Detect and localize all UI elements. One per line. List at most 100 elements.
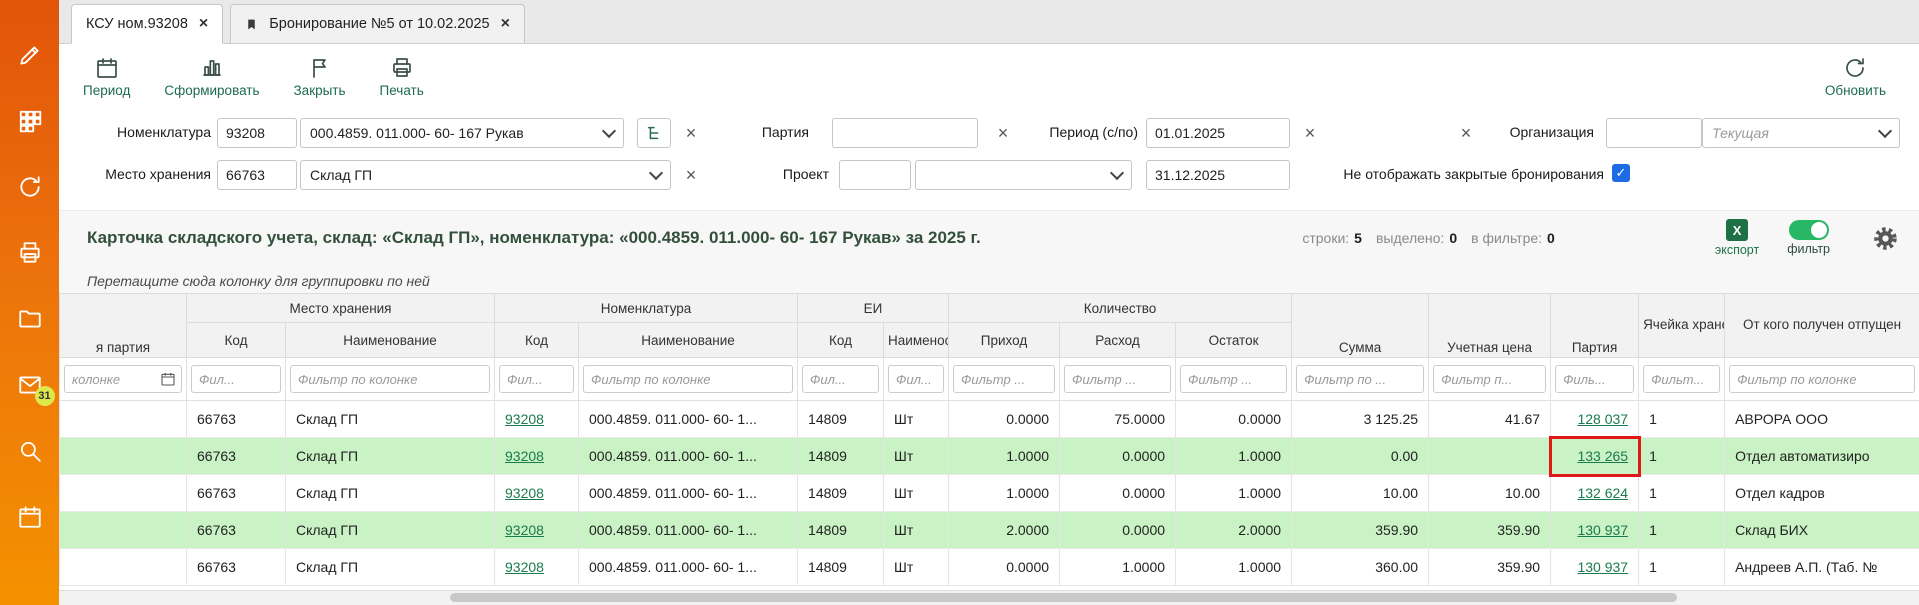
mail-icon[interactable]: 31 [17,372,43,398]
table-row[interactable]: 66763 Склад ГП 93208 000.4859. 011.000- … [60,549,1919,586]
column-filter-input[interactable] [290,365,490,393]
hide-closed-checkbox[interactable] [1612,164,1630,182]
table-row[interactable]: 66763 Склад ГП 93208 000.4859. 011.000- … [60,401,1919,438]
nomenclature-select[interactable]: 000.4859. 011.000- 60- 167 Рукав [300,118,624,148]
export-button[interactable]: X экспорт [1715,219,1759,257]
batch-link[interactable]: 133 265 [1577,448,1628,464]
storage-clear-icon[interactable]: × [680,165,702,185]
period-to-input[interactable] [1146,160,1290,190]
col-header-balance[interactable]: Остаток [1176,323,1292,358]
organization-select[interactable]: Текущая [1702,118,1900,148]
chevron-down-icon [602,124,616,138]
col-header-from[interactable]: От кого получен отпущен [1725,294,1919,358]
edit-icon[interactable] [17,42,43,68]
col-header-closed-party[interactable]: я партия [60,294,187,358]
organization-clear-icon[interactable]: × [1455,123,1477,143]
column-filter-input[interactable] [1643,365,1720,393]
modules-grid-icon[interactable] [17,108,43,134]
col-header-unit-name[interactable]: Наименос [884,323,949,358]
period-from-input[interactable] [1146,118,1290,148]
cell: 0.0000 [1176,401,1292,438]
tree-view-button[interactable] [637,118,671,148]
group-by-hint[interactable]: Перетащите сюда колонку для группировки … [59,265,1919,293]
col-header-storage-code[interactable]: Код [187,323,286,358]
group-header-storage[interactable]: Место хранения [187,294,495,323]
col-header-income[interactable]: Приход [949,323,1060,358]
refresh-button[interactable]: Обновить [1825,56,1886,98]
calendar-icon[interactable] [160,371,176,387]
nomenclature-label: Номенклатура [77,124,211,140]
filter-toggle[interactable]: фильтр [1787,220,1830,256]
col-header-unit-code[interactable]: Код [798,323,884,358]
col-header-storage-name[interactable]: Наименование [286,323,495,358]
column-filter-input[interactable] [1296,365,1424,393]
organization-code-input[interactable] [1606,118,1702,148]
col-header-sum[interactable]: Сумма [1292,294,1429,358]
project-select[interactable] [915,160,1132,190]
nomenclature-code-link[interactable]: 93208 [505,559,544,575]
period-clear-icon[interactable]: × [1299,123,1321,143]
column-filter-input[interactable] [1433,365,1546,393]
column-filter-input[interactable] [499,365,574,393]
nomenclature-code-link[interactable]: 93208 [505,448,544,464]
batch-link[interactable]: 130 937 [1577,559,1628,575]
column-filter-input[interactable] [191,365,281,393]
batch-link[interactable]: 128 037 [1577,411,1628,427]
party-input[interactable] [832,118,978,148]
table-row[interactable]: 66763 Склад ГП 93208 000.4859. 011.000- … [60,512,1919,549]
nomenclature-code-link[interactable]: 93208 [505,522,544,538]
tab-booking[interactable]: Бронирование №5 от 10.02.2025 × [230,4,525,44]
column-filter-input[interactable] [1180,365,1287,393]
col-header-cell[interactable]: Ячейка хранения [1639,294,1725,358]
print-button[interactable]: Печать [380,56,424,98]
tab-ksu[interactable]: КСУ ном.93208 × [71,4,223,44]
folder-icon[interactable] [17,306,43,332]
column-filter-input[interactable] [802,365,879,393]
close-button[interactable]: Закрыть [294,56,346,98]
cell: Склад ГП [286,549,495,586]
storage-select[interactable]: Склад ГП [300,160,671,190]
col-header-party[interactable]: Партия [1551,294,1639,358]
column-filter-input[interactable] [953,365,1055,393]
scrollbar-thumb[interactable] [450,593,1678,602]
col-header-nom-code[interactable]: Код [495,323,579,358]
storage-code-input[interactable] [217,160,297,190]
search-icon[interactable] [17,438,43,464]
tab-ksu-close-icon[interactable]: × [199,16,208,32]
column-filter-input[interactable] [1729,365,1915,393]
party-clear-icon[interactable]: × [992,123,1014,143]
batch-link[interactable]: 132 624 [1577,485,1628,501]
table-row[interactable]: 66763 Склад ГП 93208 000.4859. 011.000- … [60,438,1919,475]
calendar-icon[interactable] [17,504,43,530]
horizontal-scrollbar[interactable] [59,590,1919,605]
table-row[interactable]: 66763 Склад ГП 93208 000.4859. 011.000- … [60,475,1919,512]
column-filter-input[interactable] [70,371,156,388]
nomenclature-code-link[interactable]: 93208 [505,411,544,427]
period-button[interactable]: Период [83,56,130,98]
nomenclature-clear-icon[interactable]: × [680,123,702,143]
project-code-input[interactable] [839,160,911,190]
cell: Шт [884,512,949,549]
chevron-down-icon [649,166,663,180]
column-filter-input[interactable] [888,365,944,393]
col-header-price[interactable]: Учетная цена [1429,294,1551,358]
settings-gear-icon[interactable] [1872,225,1899,252]
column-filter-input[interactable] [1555,365,1634,393]
column-filter-input[interactable] [583,365,793,393]
generate-button[interactable]: Сформировать [164,56,259,98]
col-header-nom-name[interactable]: Наименование [579,323,798,358]
column-filter-input[interactable] [1064,365,1171,393]
sync-icon[interactable] [17,174,43,200]
chevron-down-icon [1110,166,1124,180]
nomenclature-code-input[interactable] [217,118,297,148]
group-header-unit[interactable]: ЕИ [798,294,949,323]
group-header-quantity[interactable]: Количество [949,294,1292,323]
group-header-nomenclature[interactable]: Номенклатура [495,294,798,323]
col-header-expense[interactable]: Расход [1060,323,1176,358]
cell [60,512,187,549]
batch-link[interactable]: 130 937 [1577,522,1628,538]
printer-icon[interactable] [17,240,43,266]
cell: 000.4859. 011.000- 60- 1... [579,512,798,549]
nomenclature-code-link[interactable]: 93208 [505,485,544,501]
tab-booking-close-icon[interactable]: × [501,16,510,32]
